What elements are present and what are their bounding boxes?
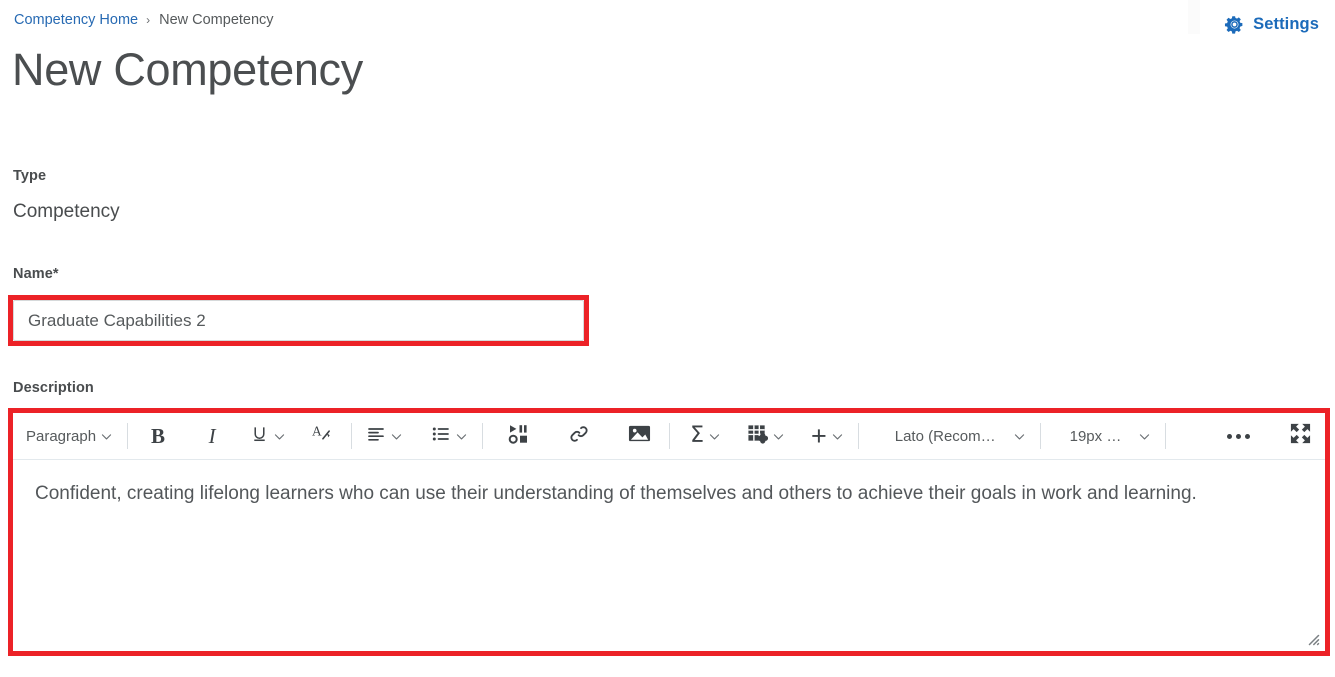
page-edge-artifact [1188,0,1200,34]
align-left-icon [366,424,386,449]
toolbar-separator [669,423,671,449]
toolbar-separator [1039,423,1041,449]
name-label-text: Name [13,266,53,282]
align-dropdown[interactable] [363,420,406,452]
image-icon [628,423,651,449]
underline-icon [250,424,269,449]
fullscreen-icon [1289,422,1312,450]
sigma-icon: Σ [690,423,704,448]
bold-button[interactable]: B [139,420,177,452]
fullscreen-button[interactable] [1281,420,1319,452]
italic-button[interactable]: I [193,420,231,452]
toolbar-separator [351,423,353,449]
breadcrumb-current-page: New Competency [159,12,274,28]
chevron-down-icon [1013,430,1026,443]
toolbar-separator [482,423,484,449]
settings-button[interactable]: Settings [1224,14,1319,35]
ellipsis-icon [1226,433,1250,439]
underline-dropdown[interactable] [247,420,289,452]
equation-dropdown[interactable]: Σ [687,420,724,452]
resize-handle-icon[interactable] [1306,632,1320,646]
svg-text:A: A [312,423,322,438]
breadcrumb-separator-icon: › [146,13,151,27]
toolbar-separator [1165,423,1167,449]
chevron-down-icon [455,430,468,443]
breadcrumb: Competency Home › New Competency [14,10,274,30]
clear-formatting-icon: A [311,423,332,449]
description-label: Description [13,380,94,396]
breadcrumb-link-competency-home[interactable]: Competency Home [14,10,138,30]
font-family-dropdown[interactable]: Lato (Recom… [892,420,1029,452]
font-family-label: Lato (Recom… [894,427,996,445]
chevron-down-icon [772,430,785,443]
paragraph-style-label: Paragraph [26,427,97,445]
font-size-label: 19px … [1069,427,1122,445]
toolbar-separator [127,423,129,449]
bold-icon: B [151,423,166,448]
chevron-down-icon [708,430,721,443]
insert-stuff-dropdown[interactable]: + [808,420,847,452]
italic-icon: I [208,423,216,448]
chevron-down-icon [390,430,403,443]
editor-toolbar: Paragraph B I A Σ + Lato (Recom… 19px … [13,413,1325,460]
required-marker: * [52,266,59,282]
page-title: New Competency [12,44,363,95]
type-label: Type [13,168,47,184]
settings-label: Settings [1253,15,1319,33]
font-size-dropdown[interactable]: 19px … [1067,420,1155,452]
editor-content-area[interactable]: Confident, creating lifelong learners wh… [13,460,1325,650]
name-label: Name* [13,266,59,282]
type-value: Competency [13,201,120,222]
insert-link-button[interactable] [560,420,598,452]
chevron-down-icon [273,430,286,443]
insert-media-button[interactable] [500,420,538,452]
table-icon [747,423,769,449]
more-options-button[interactable] [1219,420,1257,452]
toolbar-separator [857,423,859,449]
insert-table-dropdown[interactable] [744,420,788,452]
paragraph-style-dropdown[interactable]: Paragraph [23,420,116,452]
rich-text-editor: Paragraph B I A Σ + Lato (Recom… 19px … … [13,413,1325,651]
media-icon [508,423,530,450]
name-input[interactable] [13,300,584,341]
chevron-down-icon [1138,430,1151,443]
chevron-down-icon [831,430,844,443]
list-dropdown[interactable] [428,420,471,452]
link-icon [568,423,590,450]
toolbar-right-group [1154,420,1325,452]
plus-icon: + [810,420,827,451]
insert-image-button[interactable] [620,420,658,452]
clear-formatting-button[interactable]: A [302,420,340,452]
description-text: Confident, creating lifelong learners wh… [35,483,1197,504]
bulleted-list-icon [431,424,451,449]
chevron-down-icon [100,430,113,443]
gear-icon [1224,14,1245,35]
